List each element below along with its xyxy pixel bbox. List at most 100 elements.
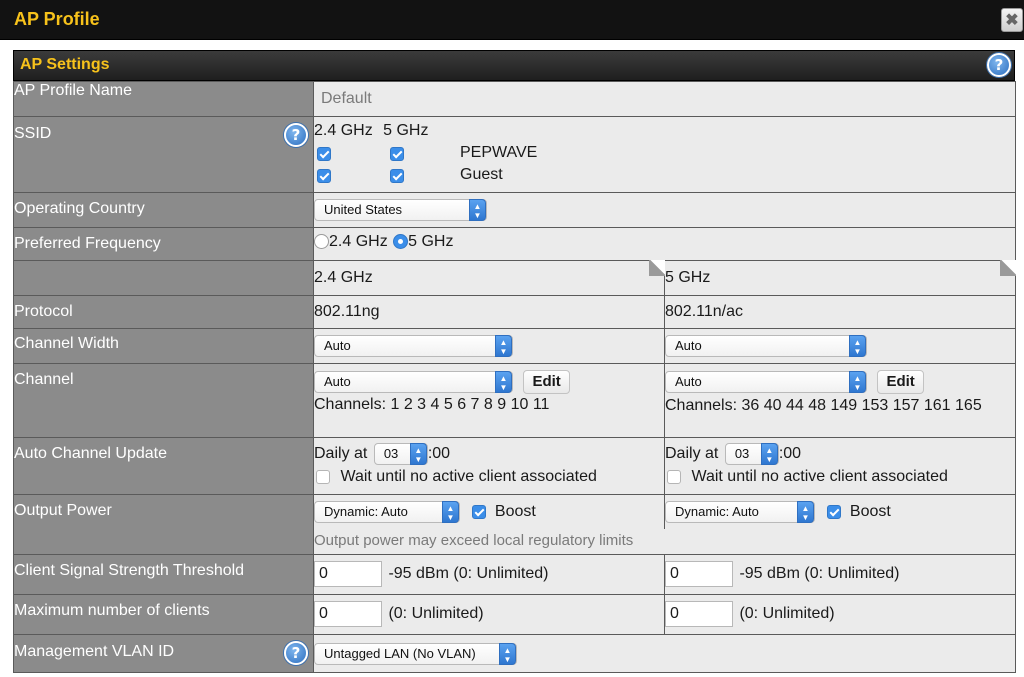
auto-update-5-hour-select[interactable]: 03 ▲ ▼ — [724, 443, 779, 465]
wait-24-label: Wait until no active client associated — [340, 468, 597, 485]
chevron-updown-icon: ▲ ▼ — [797, 501, 814, 523]
ssid-pepwave-24-checkbox[interactable] — [317, 147, 331, 161]
daily-at-label: Daily at — [314, 445, 368, 463]
auto-update-5-hour-value: 03 — [734, 446, 750, 461]
channel-24-edit-button[interactable]: Edit — [523, 370, 570, 394]
channel-5-list: Channels: 36 40 44 48 149 153 157 161 16… — [665, 397, 982, 414]
protocol-24-value: 802.11ng — [313, 295, 665, 329]
section-title: AP Settings — [20, 56, 110, 73]
protocol-label: Protocol — [13, 295, 314, 329]
tab-corner — [649, 260, 665, 276]
ssid-name-pepwave: PEPWAVE — [460, 144, 538, 161]
channel-width-24-value: Auto — [324, 338, 351, 353]
output-power-label: Output Power — [13, 494, 314, 555]
row-channel-width: Channel Width Auto ▲ ▼ Auto ▲ ▼ — [13, 328, 1017, 364]
row-output-power: Output Power Dynamic: Auto ▲ ▼ Boost Dyna… — [13, 494, 1017, 555]
row-protocol: Protocol 802.11ng 802.11n/ac — [13, 295, 1017, 329]
signal-threshold-5-input[interactable]: 0 — [665, 561, 733, 587]
row-max-clients: Maximum number of clients 0 (0: Unlimite… — [13, 594, 1017, 635]
country-select[interactable]: United States ▲ ▼ — [314, 199, 487, 221]
row-signal-threshold: Client Signal Strength Threshold 0 -95 d… — [13, 554, 1017, 595]
chevron-updown-icon: ▲ ▼ — [469, 199, 486, 221]
wait-5-label: Wait until no active client associated — [691, 468, 948, 485]
auto-update-label: Auto Channel Update — [13, 437, 314, 495]
tab-corner — [1000, 260, 1017, 276]
country-select-value: United States — [324, 202, 403, 217]
output-power-5-value: Dynamic: Auto — [675, 504, 759, 519]
signal-threshold-24-hint: -95 dBm (0: Unlimited) — [388, 565, 549, 583]
boost-24-label: Boost — [494, 503, 536, 521]
help-icon[interactable]: ? — [284, 641, 308, 665]
ssid-pepwave-5-checkbox[interactable] — [390, 147, 404, 161]
channel-5-edit-button[interactable]: Edit — [877, 370, 924, 394]
output-power-24-value: Dynamic: Auto — [324, 504, 408, 519]
protocol-5-value: 802.11n/ac — [663, 295, 1017, 329]
window-titlebar: AP Profile ✖ — [0, 0, 1024, 40]
wait-5-checkbox[interactable] — [667, 469, 681, 484]
frequency-24-radio[interactable] — [314, 234, 329, 250]
ssid-col-24: 2.4 GHz — [314, 122, 373, 139]
ssid-col-5: 5 GHz — [383, 122, 429, 139]
daily-at-label: Daily at — [665, 445, 719, 463]
boost-5-label: Boost — [849, 503, 891, 521]
frequency-24-label: 2.4 GHz — [329, 233, 388, 250]
chevron-updown-icon: ▲ ▼ — [495, 371, 512, 393]
channel-24-value: Auto — [324, 374, 351, 389]
signal-threshold-label: Client Signal Strength Threshold — [13, 554, 314, 595]
close-icon: ✖ — [1005, 12, 1019, 29]
max-clients-5-hint: (0: Unlimited) — [739, 605, 835, 623]
window-title: AP Profile — [14, 9, 100, 29]
channel-24-list: Channels: 1 2 3 4 5 6 7 8 9 10 11 — [314, 396, 550, 413]
band-header-5: 5 GHz — [665, 269, 711, 286]
row-mgmt-vlan: Management VLAN ID ? Untagged LAN (No VL… — [13, 634, 1017, 673]
ssid-label: SSID — [14, 125, 52, 142]
frequency-5-label: 5 GHz — [408, 233, 454, 250]
row-profile-name: AP Profile Name Default — [13, 81, 1017, 117]
ssid-guest-24-checkbox[interactable] — [317, 169, 331, 183]
minutes-label: :00 — [778, 445, 802, 463]
max-clients-5-input[interactable]: 0 — [665, 601, 733, 627]
channel-5-value: Auto — [675, 374, 702, 389]
mgmt-vlan-label: Management VLAN ID — [14, 643, 175, 660]
auto-update-24-hour-select[interactable]: 03 ▲ ▼ — [373, 443, 428, 465]
channel-width-5-value: Auto — [675, 338, 702, 353]
chevron-updown-icon: ▲ ▼ — [409, 443, 427, 465]
channel-label: Channel — [13, 363, 314, 438]
help-icon[interactable]: ? — [987, 53, 1011, 77]
country-label: Operating Country — [13, 192, 314, 228]
signal-threshold-5-hint: -95 dBm (0: Unlimited) — [739, 565, 900, 583]
max-clients-label: Maximum number of clients — [13, 594, 314, 635]
chevron-updown-icon: ▲ ▼ — [499, 643, 516, 665]
auto-update-24-hour-value: 03 — [383, 446, 399, 461]
row-channel: Channel Auto ▲ ▼ Edit Channels: 1 2 3 4 5… — [13, 363, 1017, 438]
wait-24-checkbox[interactable] — [316, 469, 330, 484]
ssid-guest-5-checkbox[interactable] — [390, 169, 404, 183]
frequency-5-radio[interactable] — [393, 234, 409, 250]
chevron-updown-icon: ▲ ▼ — [760, 443, 778, 465]
channel-width-5-select[interactable]: Auto ▲ ▼ — [665, 335, 867, 357]
ap-settings-table: AP Profile Name Default SSID ? 2.4 GHz 5… — [13, 81, 1017, 673]
help-icon[interactable]: ? — [284, 123, 308, 147]
chevron-updown-icon: ▲ ▼ — [849, 371, 866, 393]
mgmt-vlan-select[interactable]: Untagged LAN (No VLAN) ▲ ▼ — [314, 643, 517, 665]
channel-5-select[interactable]: Auto ▲ ▼ — [665, 371, 867, 393]
channel-width-24-select[interactable]: Auto ▲ ▼ — [314, 335, 513, 357]
max-clients-24-input[interactable]: 0 — [314, 601, 382, 627]
output-power-5-select[interactable]: Dynamic: Auto ▲ ▼ — [665, 501, 815, 523]
channel-24-select[interactable]: Auto ▲ ▼ — [314, 371, 513, 393]
boost-5-checkbox[interactable] — [827, 505, 842, 519]
row-auto-channel-update: Auto Channel Update Daily at 03 ▲ ▼ :00 W… — [13, 437, 1017, 495]
ap-settings-header: AP Settings ? — [13, 50, 1015, 81]
channel-width-label: Channel Width — [13, 328, 314, 364]
signal-threshold-24-input[interactable]: 0 — [314, 561, 382, 587]
output-power-note: Output power may exceed local regulatory… — [314, 531, 634, 549]
output-power-24-select[interactable]: Dynamic: Auto ▲ ▼ — [314, 501, 460, 523]
mgmt-vlan-value: Untagged LAN (No VLAN) — [324, 646, 476, 661]
profile-name-label: AP Profile Name — [13, 81, 314, 117]
row-country: Operating Country United States ▲ ▼ — [13, 192, 1017, 228]
close-button[interactable]: ✖ — [1001, 8, 1023, 32]
row-ssid: SSID ? 2.4 GHz 5 GHz PEPWAVE Guest — [13, 116, 1017, 193]
band-header-24: 2.4 GHz — [314, 269, 373, 286]
boost-24-checkbox[interactable] — [472, 505, 487, 519]
minutes-label: :00 — [427, 445, 451, 463]
